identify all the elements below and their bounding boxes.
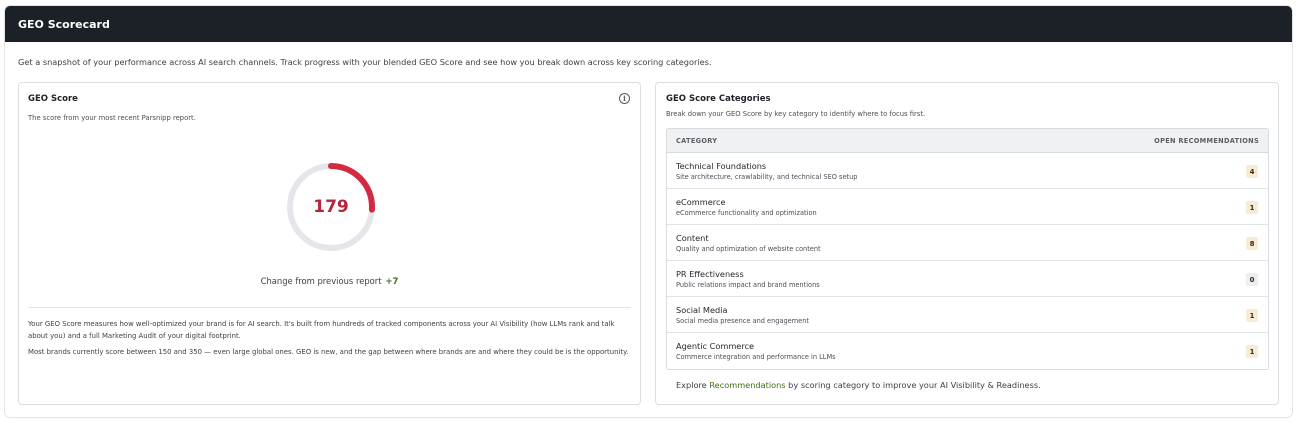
categories-card: GEO Score Categories Break down your GEO… — [655, 82, 1279, 405]
column-header-open-recommendations: OPEN RECOMMENDATIONS — [1154, 136, 1259, 145]
table-row[interactable]: eCommerce eCommerce functionality and op… — [667, 189, 1268, 225]
recommendation-count-badge: 1 — [1246, 345, 1258, 358]
recommendations-footer: Explore Recommendations by scoring categ… — [676, 380, 1041, 390]
divider — [28, 307, 631, 308]
category-name: Technical Foundations — [676, 161, 767, 171]
recommendation-count-badge: 1 — [1246, 309, 1258, 322]
panel-header: GEO Scorecard — [5, 6, 1292, 42]
info-icon[interactable]: i — [619, 93, 630, 104]
table-row[interactable]: Agentic Commerce Commerce integration an… — [667, 333, 1268, 369]
score-range-note: Most brands currently score between 150 … — [28, 348, 629, 356]
recommendation-count-badge: 1 — [1246, 201, 1258, 214]
score-change-row: Change from previous report +7 — [19, 276, 640, 286]
footer-suffix: by scoring category to improve your AI V… — [788, 380, 1041, 390]
category-name: PR Effectiveness — [676, 269, 744, 279]
panel-title: GEO Scorecard — [18, 17, 110, 31]
category-name: Content — [676, 233, 709, 243]
table-row[interactable]: Content Quality and optimization of webs… — [667, 225, 1268, 261]
categories-table: CATEGORY OPEN RECOMMENDATIONS Technical … — [666, 128, 1269, 370]
geo-score-title: GEO Score — [28, 94, 78, 104]
categories-subtitle: Break down your GEO Score by key categor… — [666, 110, 926, 118]
category-description: Public relations impact and brand mentio… — [676, 281, 820, 289]
score-description: Your GEO Score measures how well-optimiz… — [28, 320, 615, 340]
table-row[interactable]: PR Effectiveness Public relations impact… — [667, 261, 1268, 297]
category-name: eCommerce — [676, 197, 726, 207]
category-name: Social Media — [676, 305, 728, 315]
category-name: Agentic Commerce — [676, 341, 755, 351]
recommendation-count-badge: 8 — [1246, 237, 1258, 250]
geo-score-subtitle: The score from your most recent Parsnipp… — [28, 114, 196, 122]
column-header-category: CATEGORY — [676, 136, 718, 145]
category-description: Commerce integration and performance in … — [676, 353, 836, 361]
recommendations-link[interactable]: Recommendations — [709, 380, 785, 390]
change-label: Change from previous report — [260, 276, 382, 286]
category-description: Quality and optimization of website cont… — [676, 245, 821, 253]
recommendation-count-badge: 4 — [1246, 165, 1258, 178]
geo-score-value: 179 — [313, 197, 349, 217]
geo-score-card: GEO Score i The score from your most rec… — [18, 82, 641, 405]
category-description: Site architecture, crawlability, and tec… — [676, 173, 858, 181]
categories-title: GEO Score Categories — [666, 94, 771, 104]
category-description: eCommerce functionality and optimization — [676, 209, 817, 217]
table-row[interactable]: Technical Foundations Site architecture,… — [667, 153, 1268, 189]
scorecard-panel: GEO Scorecard Get a snapshot of your per… — [4, 5, 1293, 418]
footer-prefix: Explore — [676, 380, 707, 390]
intro-text: Get a snapshot of your performance acros… — [18, 57, 712, 67]
table-header: CATEGORY OPEN RECOMMENDATIONS — [667, 129, 1268, 153]
category-description: Social media presence and engagement — [676, 317, 809, 325]
change-value: +7 — [385, 276, 399, 286]
recommendation-count-badge: 0 — [1246, 273, 1258, 286]
table-row[interactable]: Social Media Social media presence and e… — [667, 297, 1268, 333]
table-body: Technical Foundations Site architecture,… — [667, 153, 1268, 369]
